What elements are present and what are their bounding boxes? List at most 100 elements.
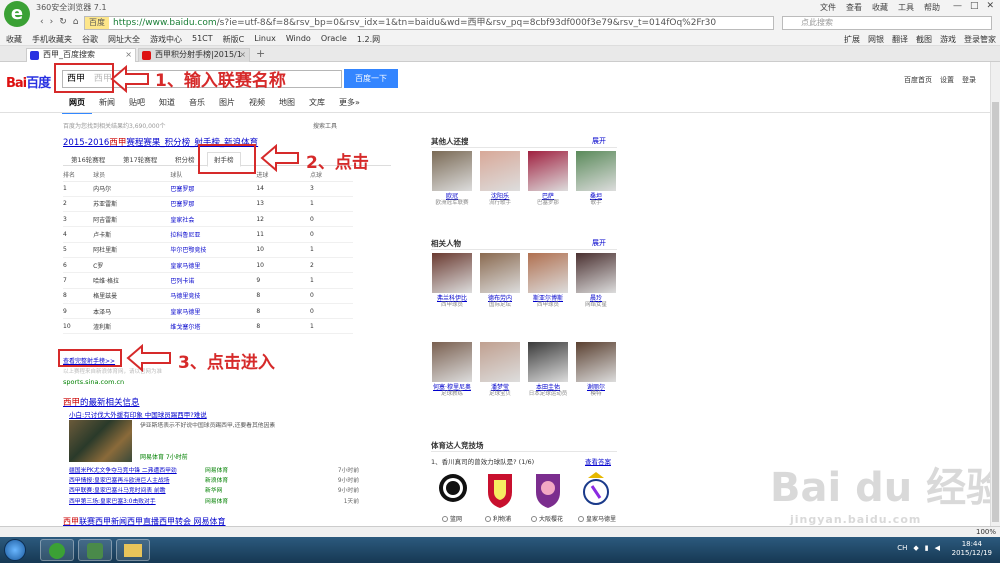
liverpool-badge-icon[interactable] — [484, 470, 516, 510]
bookmark-item[interactable]: 游戏中心 — [150, 34, 182, 45]
refresh-icon[interactable]: ↻ — [59, 17, 67, 27]
team-cell[interactable]: 毕尔巴鄂竞技 — [170, 242, 257, 258]
team-cell[interactable]: 拉科鲁尼亚 — [170, 226, 257, 243]
person-card[interactable]: 谢丽尔 模特 — [576, 342, 616, 398]
person-photo[interactable] — [528, 151, 568, 191]
tray-shield-icon[interactable]: ◆ — [913, 544, 918, 552]
menu-file[interactable]: 文件 — [820, 2, 836, 13]
menu-help[interactable]: 帮助 — [924, 2, 940, 13]
people-expand-link[interactable]: 展开 — [592, 238, 606, 248]
person-name[interactable]: 巴萨 — [528, 193, 568, 200]
tray-network-icon[interactable]: ▮ — [925, 544, 929, 552]
person-photo[interactable] — [480, 342, 520, 382]
person-photo[interactable] — [576, 151, 616, 191]
person-card[interactable]: 潘梦莹 足球宝贝 — [480, 342, 520, 398]
person-photo[interactable] — [432, 151, 472, 191]
ext-item[interactable]: 登录管家 — [964, 34, 996, 45]
maximize-icon[interactable]: □ — [970, 1, 979, 11]
ext-item[interactable]: 翻译 — [892, 34, 908, 45]
news-item-title[interactable]: 西甲第三场:皇家巴塞3:0击败对手 — [69, 496, 156, 505]
bookmark-item[interactable]: 1.2.网 — [357, 34, 380, 45]
person-card[interactable]: 弗兰科伊比 西甲球员 — [432, 253, 472, 309]
news-title-link[interactable]: 西甲的最新相关信息 — [63, 396, 140, 408]
player-cell[interactable]: 阿杜里斯 — [93, 242, 171, 258]
option-liverpool[interactable]: 利物浦 — [485, 514, 511, 523]
back-icon[interactable]: ‹ — [40, 17, 44, 27]
person-card[interactable]: 本田圭佑 日本足球运动员 — [528, 342, 568, 398]
person-card[interactable]: 晨玲 网络女星 — [576, 253, 616, 309]
baidu-search-button[interactable]: 百度一下 — [344, 69, 398, 88]
menu-tools[interactable]: 工具 — [898, 2, 914, 13]
person-photo[interactable] — [432, 253, 472, 293]
tab-round16[interactable]: 第16轮赛程 — [71, 154, 105, 164]
person-photo[interactable] — [528, 253, 568, 293]
lang-indicator[interactable]: CH — [897, 544, 907, 552]
person-photo[interactable] — [432, 342, 472, 382]
person-card[interactable]: 斯亚尔博斯 西甲球员 — [528, 253, 568, 309]
cerezo-badge-icon[interactable] — [532, 470, 564, 510]
home-icon[interactable]: ⌂ — [73, 17, 79, 27]
ext-item[interactable]: 网银 — [868, 34, 884, 45]
bookmark-item[interactable]: 51CT — [192, 34, 213, 45]
others-expand-link[interactable]: 展开 — [592, 136, 606, 146]
person-card[interactable]: 桑坦 歌手 — [576, 151, 616, 207]
team-cell[interactable]: 皇家马德里 — [170, 257, 257, 274]
minimize-icon[interactable]: — — [953, 1, 962, 11]
option-nets[interactable]: 篮网 — [442, 514, 462, 523]
real-madrid-badge-icon[interactable] — [580, 470, 612, 510]
bookmark-item[interactable]: Oracle — [321, 34, 347, 45]
person-name[interactable]: 晨玲 — [576, 295, 616, 302]
bookmark-item[interactable]: Windo — [286, 34, 311, 45]
person-name[interactable]: 德布劳内 — [480, 295, 520, 302]
player-cell[interactable]: 渣利斯 — [93, 318, 171, 335]
player-cell[interactable]: 本泽马 — [93, 303, 171, 320]
tab-sina-scorers[interactable]: 西甲积分射手榜|2015/1 × — [138, 48, 250, 62]
person-name[interactable]: 沈阳乐 — [480, 193, 520, 200]
person-name[interactable]: 谢丽尔 — [576, 384, 616, 391]
nets-badge-icon[interactable] — [437, 470, 469, 510]
browser-search-input[interactable]: 点此搜索 — [782, 16, 992, 30]
bookmark-item[interactable]: 手机收藏夹 — [32, 34, 72, 45]
option-real-madrid[interactable]: 皇家马德里 — [578, 514, 616, 523]
taskbar-360browser-icon[interactable] — [40, 539, 74, 561]
menu-favorites[interactable]: 收藏 — [872, 2, 888, 13]
person-card[interactable]: 德布劳内 国际足坛 — [480, 253, 520, 309]
tab-standings[interactable]: 积分榜 — [175, 154, 195, 164]
tray-volume-icon[interactable]: ◀ — [935, 544, 940, 552]
player-cell[interactable]: 卢卡斯 — [93, 226, 171, 243]
option-cerezo[interactable]: 大阪樱花 — [531, 514, 563, 523]
person-name[interactable]: 本田圭佑 — [528, 384, 568, 391]
news-item-title[interactable]: 疆国米PK尤文争夺马竞中锋 二弗遭西甲劲 — [69, 465, 177, 474]
team-cell[interactable]: 巴塞罗那 — [170, 181, 257, 197]
person-name[interactable]: 欧冠 — [432, 193, 472, 200]
team-cell[interactable]: 巴列卡诺 — [170, 272, 257, 289]
link-settings[interactable]: 设置 — [940, 75, 954, 85]
person-name[interactable]: 何塞·穆里尼奥 — [432, 384, 472, 391]
player-cell[interactable]: 格里兹曼 — [93, 288, 171, 304]
player-cell[interactable]: 内马尔 — [93, 181, 171, 197]
person-name[interactable]: 弗兰科伊比 — [432, 295, 472, 302]
news-thumbnail[interactable] — [69, 420, 132, 462]
close-icon[interactable]: ✕ — [986, 1, 994, 11]
bookmark-item[interactable]: 网址大全 — [108, 34, 140, 45]
new-tab-icon[interactable]: + — [256, 47, 265, 60]
clock[interactable]: 18:44 2015/12/19 — [952, 540, 992, 558]
quiz-answer-link[interactable]: 查看答案 — [585, 456, 611, 466]
bookmark-item[interactable]: 收藏 — [6, 34, 22, 45]
ext-item[interactable]: 扩展 — [844, 34, 860, 45]
tab-close-icon[interactable]: × — [125, 49, 132, 61]
bookmark-item[interactable]: 谷歌 — [82, 34, 98, 45]
person-card[interactable]: 巴萨 巴塞罗那 — [528, 151, 568, 207]
result-source-url[interactable]: sports.sina.com.cn — [63, 378, 124, 386]
team-cell[interactable]: 巴塞罗那 — [170, 196, 257, 213]
player-cell[interactable]: 哈维·格拉 — [93, 272, 171, 289]
person-photo[interactable] — [576, 342, 616, 382]
person-photo[interactable] — [576, 253, 616, 293]
page-scrollbar[interactable] — [990, 62, 1000, 537]
person-name[interactable]: 潘梦莹 — [480, 384, 520, 391]
team-cell[interactable]: 皇家马德里 — [170, 303, 257, 320]
bookmark-item[interactable]: 新版C — [223, 34, 245, 45]
team-cell[interactable]: 马德里竞技 — [170, 288, 257, 304]
person-name[interactable]: 斯亚尔博斯 — [528, 295, 568, 302]
team-cell[interactable]: 皇家社会 — [170, 211, 257, 228]
